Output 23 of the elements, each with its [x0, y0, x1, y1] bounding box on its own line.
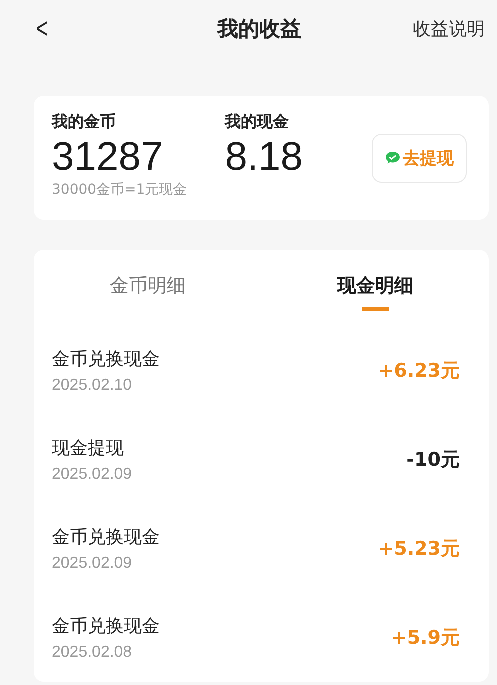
record-amount: +5.23元: [378, 536, 460, 562]
record-title: 金币兑换现金: [52, 526, 160, 548]
record-amount: +6.23元: [378, 358, 460, 384]
record-date: 2025.02.08: [52, 644, 134, 662]
back-button[interactable]: <: [36, 13, 48, 45]
record-date: 2025.02.09: [52, 554, 134, 572]
record-title: 金币兑换现金: [52, 614, 160, 638]
coins-label: 我的金币: [52, 112, 117, 133]
record-amount: -10元: [406, 448, 460, 472]
coins-value: 31287: [52, 134, 164, 181]
cash-value: 8.18: [225, 134, 304, 181]
record-title: 金币兑换现金: [52, 348, 160, 370]
exchange-rate: 30000金币=1元现金: [52, 181, 188, 199]
record-title: 现金提现: [52, 436, 125, 460]
chat-bubble-icon: [385, 151, 401, 165]
page-title: 我的收益: [218, 16, 302, 43]
tab[interactable]: 现金明细: [262, 265, 489, 311]
record-amount: +5.9元: [391, 626, 460, 650]
record-date: 2025.02.09: [52, 466, 132, 484]
earnings-info-link[interactable]: 收益说明: [413, 17, 485, 41]
tab[interactable]: 金币明细: [34, 265, 262, 311]
record-date: 2025.02.10: [52, 376, 134, 394]
cash-label: 我的现金: [225, 112, 290, 133]
